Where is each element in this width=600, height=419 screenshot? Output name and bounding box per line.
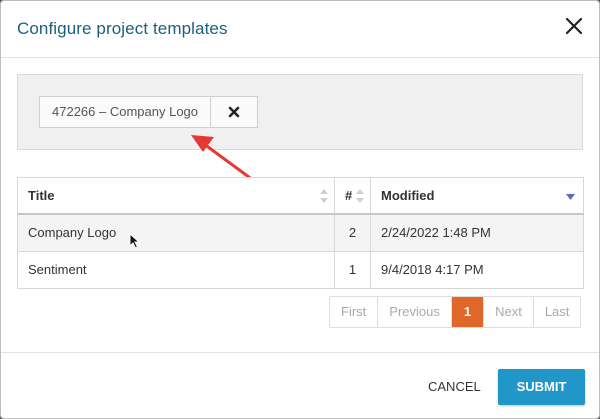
page-current-button[interactable]: 1 bbox=[451, 297, 485, 327]
close-icon bbox=[565, 17, 583, 35]
remove-x-icon bbox=[228, 106, 240, 118]
column-header-label: # bbox=[345, 187, 353, 203]
remove-template-button[interactable] bbox=[211, 97, 257, 127]
cell-title: Sentiment bbox=[17, 250, 335, 289]
page-previous-button[interactable]: Previous bbox=[378, 297, 452, 327]
cell-modified: 9/4/2018 4:17 PM bbox=[370, 250, 584, 289]
dialog-header: Configure project templates bbox=[1, 1, 599, 58]
cell-count: 1 bbox=[334, 250, 371, 289]
cell-count: 2 bbox=[334, 213, 371, 252]
column-header-modified[interactable]: Modified bbox=[370, 177, 584, 215]
column-header-label: Modified bbox=[381, 187, 435, 203]
column-header-count[interactable]: # bbox=[334, 177, 371, 215]
dialog-title: Configure project templates bbox=[17, 19, 228, 38]
column-header-title[interactable]: Title bbox=[17, 177, 335, 215]
dialog-footer: CANCEL SUBMIT bbox=[1, 352, 599, 418]
configure-templates-dialog: Configure project templates 472266 – Com… bbox=[0, 0, 600, 419]
cell-title: Company Logo bbox=[17, 213, 335, 252]
page-last-button[interactable]: Last bbox=[534, 297, 581, 327]
selected-template-tag: 472266 – Company Logo bbox=[39, 96, 259, 128]
sort-descending-icon bbox=[566, 194, 575, 200]
cancel-button[interactable]: CANCEL bbox=[421, 371, 488, 403]
close-button[interactable] bbox=[563, 15, 585, 37]
templates-table: Title # Modified Company Logo 2 2/24/202… bbox=[17, 177, 584, 289]
cell-modified: 2/24/2022 1:48 PM bbox=[370, 213, 584, 252]
selected-template-label: 472266 – Company Logo bbox=[40, 97, 212, 127]
selected-templates-area: 472266 – Company Logo bbox=[17, 74, 583, 150]
pagination: First Previous 1 Next Last bbox=[329, 296, 582, 328]
table-row[interactable]: Sentiment 1 9/4/2018 4:17 PM bbox=[17, 250, 584, 289]
page-first-button[interactable]: First bbox=[330, 297, 379, 327]
sort-both-icon bbox=[356, 189, 364, 203]
page-next-button[interactable]: Next bbox=[484, 297, 534, 327]
sort-both-icon bbox=[320, 189, 328, 203]
table-row[interactable]: Company Logo 2 2/24/2022 1:48 PM bbox=[17, 213, 584, 252]
submit-button[interactable]: SUBMIT bbox=[498, 369, 585, 405]
column-header-label: Title bbox=[28, 187, 55, 203]
table-header-row: Title # Modified bbox=[17, 177, 584, 215]
